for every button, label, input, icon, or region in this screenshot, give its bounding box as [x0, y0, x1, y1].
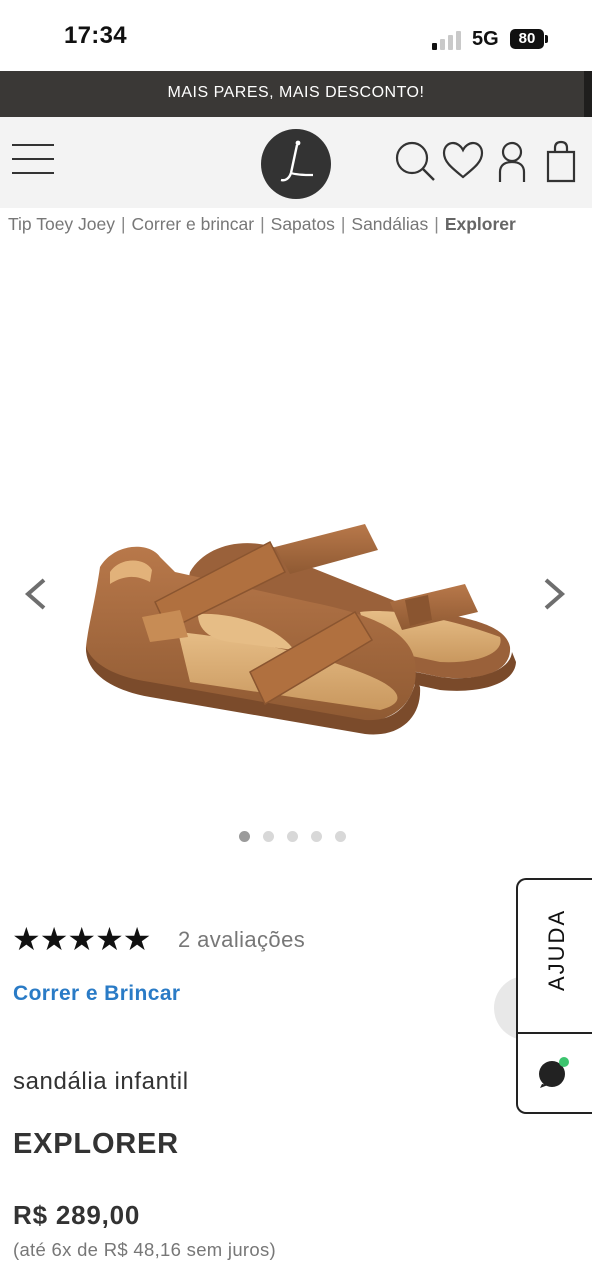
chat-icon[interactable] [536, 1054, 572, 1090]
promo-scrollbar [584, 71, 592, 117]
battery-icon: 80 [510, 29, 544, 49]
gallery-next-icon[interactable] [534, 574, 574, 614]
breadcrumb: Tip Toey Joey | Correr e brincar | Sapatos | S… [8, 214, 516, 234]
product-name: EXPLORER [13, 1128, 179, 1160]
gallery-dot[interactable] [311, 831, 322, 842]
menu-icon[interactable] [12, 144, 54, 176]
rating-stars-icon: ★★★★★ [12, 921, 151, 957]
collection-link[interactable]: Correr e Brincar [13, 982, 180, 1006]
bag-icon[interactable] [538, 138, 584, 184]
promo-banner[interactable]: MAIS PARES, MAIS DESCONTO! [0, 71, 592, 117]
gallery-dot[interactable] [335, 831, 346, 842]
battery-cap [545, 35, 548, 43]
installments-info: (até 6x de R$ 48,16 sem juros) [13, 1239, 276, 1260]
status-time: 17:34 [64, 22, 127, 49]
breadcrumb-item[interactable]: Tip Toey Joey [8, 214, 115, 234]
gallery-dot[interactable] [287, 831, 298, 842]
help-divider [518, 1032, 592, 1034]
user-icon[interactable] [489, 138, 535, 184]
gallery-pagination [239, 829, 359, 842]
breadcrumb-item[interactable]: Sapatos [271, 214, 335, 234]
breadcrumb-current: Explorer [444, 214, 516, 234]
signal-icon [432, 30, 464, 50]
gallery-dot[interactable] [263, 831, 274, 842]
product-image[interactable] [80, 512, 520, 752]
review-count-link[interactable]: 2 avaliações [178, 927, 305, 953]
gallery-dot[interactable] [239, 831, 250, 842]
gallery-prev-icon[interactable] [16, 574, 56, 614]
logo-mark-icon [280, 140, 314, 182]
heart-icon[interactable] [440, 138, 486, 184]
search-icon[interactable] [392, 138, 438, 184]
breadcrumb-item[interactable]: Sandálias [351, 214, 428, 234]
product-subtitle: sandália infantil [13, 1068, 189, 1095]
breadcrumb-item[interactable]: Correr e brincar [132, 214, 255, 234]
network-label: 5G [472, 28, 499, 50]
product-price: R$ 289,00 [13, 1200, 141, 1230]
help-label[interactable]: AJUDA [542, 909, 572, 991]
brand-logo[interactable] [261, 129, 331, 199]
